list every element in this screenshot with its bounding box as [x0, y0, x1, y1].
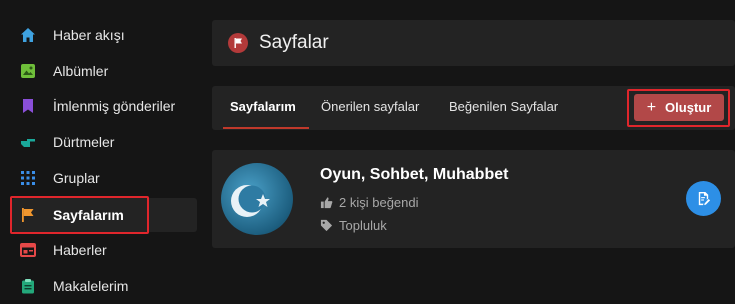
app-root: Haber akışı Albümler İmlenmiş gönderiler…	[0, 0, 735, 304]
edit-page-button[interactable]	[686, 181, 721, 216]
group-grid-icon	[21, 171, 35, 185]
sidebar-highlight-box	[10, 196, 149, 234]
thumbs-up-icon	[320, 197, 333, 209]
page-likes: 2 kişi beğendi	[320, 195, 419, 210]
edit-document-icon	[698, 191, 711, 206]
sidebar-item-news-feed[interactable]: Haber akışı	[12, 18, 197, 52]
sidebar-item-my-articles[interactable]: Makalelerim	[12, 269, 197, 303]
home-icon	[21, 28, 35, 42]
page-title: Sayfalar	[259, 32, 329, 53]
flag-icon	[234, 38, 242, 48]
likes-text: 2 kişi beğendi	[339, 195, 419, 210]
create-highlight-box	[627, 89, 730, 127]
sidebar-item-label: Makalelerim	[53, 278, 129, 294]
page-category: Topluluk	[320, 218, 387, 233]
tag-icon	[320, 219, 333, 232]
sidebar-item-pokes[interactable]: Dürtmeler	[12, 125, 197, 159]
sidebar-item-bookmarks[interactable]: İmlenmiş gönderiler	[12, 89, 197, 123]
header-flag-badge	[228, 33, 248, 53]
sidebar-item-label: Haber akışı	[53, 27, 125, 43]
sidebar-item-groups[interactable]: Gruplar	[12, 161, 197, 195]
poke-hand-icon	[21, 139, 35, 147]
sidebar: Haber akışı Albümler İmlenmiş gönderiler…	[0, 0, 200, 304]
sidebar-item-label: Dürtmeler	[53, 134, 115, 150]
clipboard-icon	[22, 279, 34, 294]
page-avatar[interactable]	[221, 163, 293, 235]
sidebar-item-label: Gruplar	[53, 170, 100, 186]
news-icon	[20, 243, 36, 257]
page-card: Oyun, Sohbet, Muhabbet 2 kişi beğendi To…	[212, 150, 735, 248]
image-icon	[21, 64, 35, 78]
tab-suggested-pages[interactable]: Önerilen sayfalar	[321, 99, 419, 114]
active-tab-indicator	[223, 127, 309, 129]
page-name-link[interactable]: Oyun, Sohbet, Muhabbet	[320, 166, 508, 184]
sidebar-item-label: Albümler	[53, 63, 109, 79]
tab-my-pages[interactable]: Sayfalarım	[230, 99, 296, 114]
sidebar-item-news[interactable]: Haberler	[12, 233, 197, 267]
sidebar-item-albums[interactable]: Albümler	[12, 54, 197, 88]
category-text: Topluluk	[339, 218, 387, 233]
tab-liked-pages[interactable]: Beğenilen Sayfalar	[449, 99, 558, 114]
sidebar-item-label: İmlenmiş gönderiler	[53, 98, 176, 114]
sidebar-item-label: Haberler	[53, 242, 107, 258]
crescent-star-flag-image	[231, 185, 270, 217]
page-header: Sayfalar	[212, 20, 735, 66]
bookmark-icon	[23, 99, 33, 113]
